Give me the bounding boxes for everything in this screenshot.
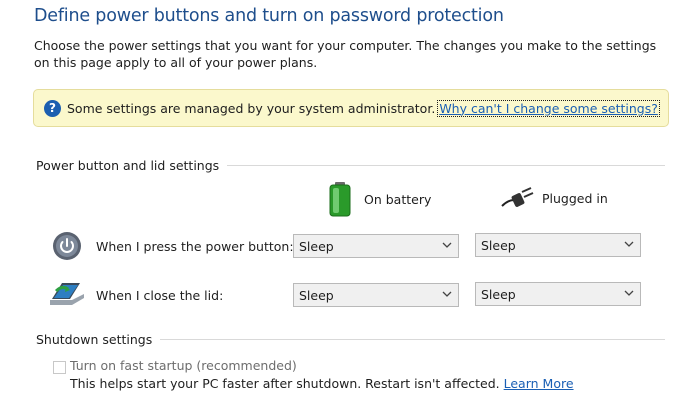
close-lid-plugged-select[interactable]: Sleep [475, 282, 641, 306]
col-header-plugged: Plugged in [500, 186, 608, 210]
power-plug-icon [500, 186, 534, 210]
section-divider [160, 339, 665, 340]
power-button-icon [52, 231, 82, 261]
chevron-down-icon [442, 242, 452, 248]
page-description: Choose the power settings that you want … [34, 38, 657, 70]
question-icon: ? [44, 99, 61, 117]
fast-startup-description: This helps start your PC faster after sh… [70, 376, 574, 391]
col-header-battery: On battery [328, 181, 431, 217]
select-value: Sleep [299, 238, 334, 254]
select-value: Sleep [299, 287, 334, 303]
close-lid-battery-select[interactable]: Sleep [293, 283, 459, 307]
section-divider [227, 165, 665, 166]
col-battery-label: On battery [364, 191, 432, 207]
battery-icon [328, 181, 352, 217]
power-lid-heading-text: Power button and lid settings [36, 158, 220, 173]
chevron-down-icon [624, 241, 634, 247]
learn-more-link[interactable]: Learn More [504, 376, 574, 391]
chevron-down-icon [442, 291, 452, 297]
power-button-plugged-select[interactable]: Sleep [475, 233, 641, 257]
admin-notice-banner: ? Some settings are managed by your syst… [33, 89, 669, 127]
why-cant-change-link[interactable]: Why can't I change some settings? [437, 99, 660, 117]
select-value: Sleep [481, 237, 516, 253]
power-button-row-label: When I press the power button: [96, 239, 294, 254]
power-lid-section-heading: Power button and lid settings [36, 158, 665, 173]
select-value: Sleep [481, 286, 516, 302]
admin-notice-text: Some settings are managed by your system… [67, 100, 436, 116]
fast-startup-desc-text: This helps start your PC faster after sh… [70, 376, 500, 391]
fast-startup-checkbox[interactable] [53, 361, 66, 374]
power-button-battery-select[interactable]: Sleep [293, 234, 459, 258]
fast-startup-label: Turn on fast startup (recommended) [70, 358, 297, 373]
col-plugged-label: Plugged in [542, 190, 608, 206]
shutdown-heading-text: Shutdown settings [36, 332, 153, 347]
shutdown-section-heading: Shutdown settings [36, 332, 665, 347]
chevron-down-icon [624, 290, 634, 296]
close-lid-row-label: When I close the lid: [96, 288, 224, 303]
laptop-lid-icon [48, 279, 86, 307]
page-title: Define power buttons and turn on passwor… [34, 6, 504, 26]
